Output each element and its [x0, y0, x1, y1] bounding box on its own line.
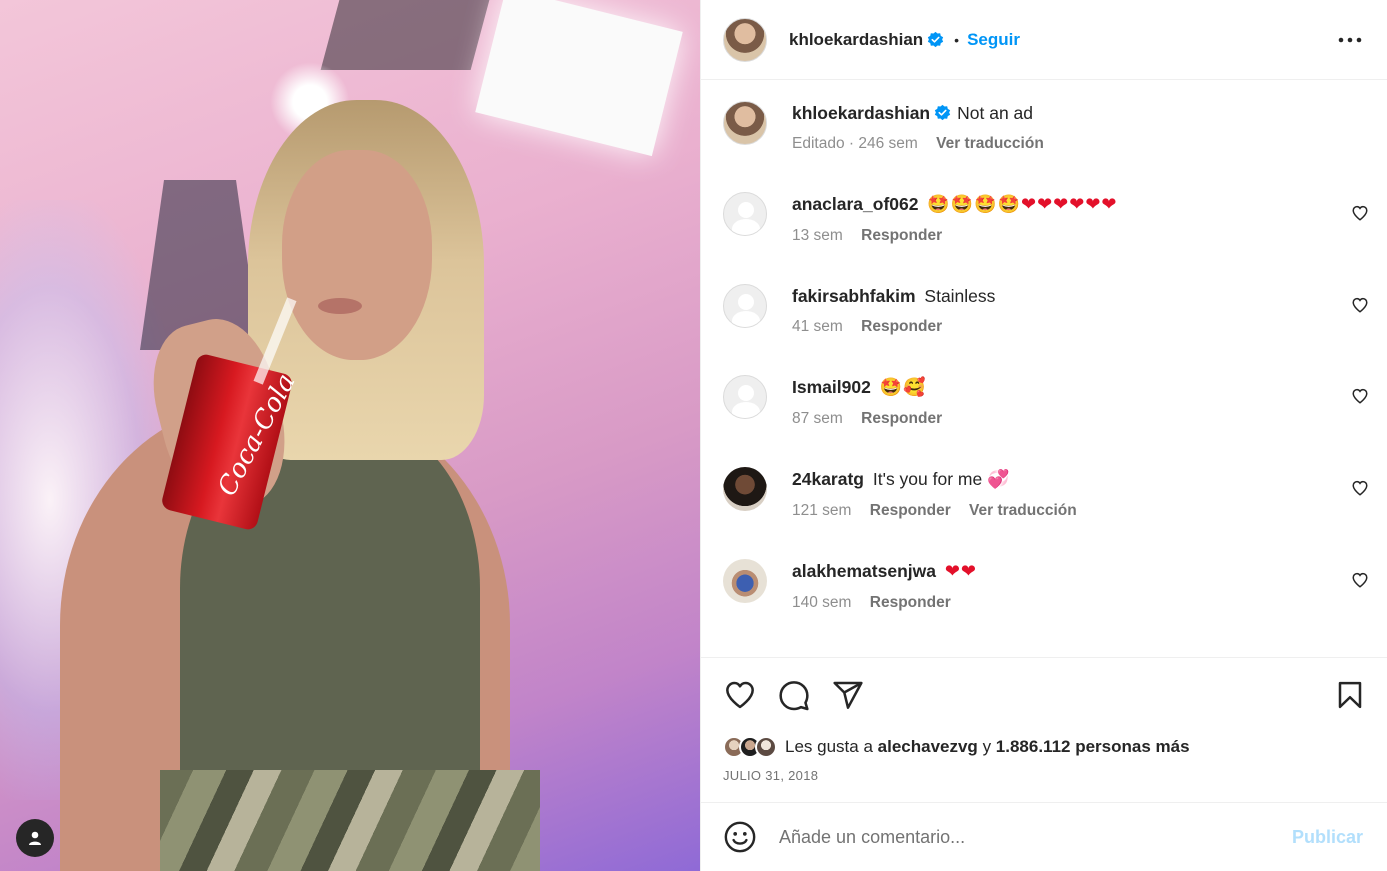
user-icon	[29, 831, 41, 845]
likes-user-link[interactable]: alechavezvg	[878, 737, 978, 756]
post-header: khloekardashian • Seguir	[701, 0, 1387, 80]
commenter-avatar[interactable]	[723, 559, 767, 603]
like-button[interactable]	[723, 678, 757, 712]
comment-username[interactable]: fakirsabhfakim	[792, 286, 916, 306]
like-comment-heart-icon[interactable]	[1351, 387, 1369, 405]
likes-prefix: Les gusta a	[785, 737, 873, 756]
reply-button[interactable]: Responder	[870, 502, 951, 519]
photo-face	[282, 150, 432, 360]
commenter-avatar[interactable]	[723, 284, 767, 328]
comment-hearts: ❤❤	[944, 561, 978, 582]
caption-username[interactable]: khloekardashian	[792, 103, 930, 123]
action-bar	[723, 678, 1367, 712]
tagged-users-button[interactable]	[16, 819, 54, 857]
more-options-button[interactable]	[1335, 28, 1365, 52]
comment-text: It's you for me	[872, 469, 983, 489]
reply-button[interactable]: Responder	[870, 594, 951, 611]
comment-bubble-icon	[779, 681, 809, 711]
separator-dot: •	[954, 31, 960, 48]
commenter-avatar[interactable]	[723, 375, 767, 419]
verified-badge-icon	[934, 104, 951, 121]
author-avatar[interactable]	[723, 17, 767, 62]
comments-list[interactable]: khloekardashian Not an ad Editado · 246 …	[701, 81, 1387, 657]
comment-emoji: 🤩🥰	[879, 377, 927, 398]
comment-item: fakirsabhfakim Stainless 41 sem Responde…	[723, 284, 1369, 336]
comment-username[interactable]: anaclara_of062	[792, 194, 918, 214]
comment-username[interactable]: 24karatg	[792, 469, 864, 489]
caption-text: Not an ad	[957, 103, 1034, 123]
caption-author-avatar[interactable]	[723, 101, 767, 145]
comment-translate-link[interactable]: Ver traducción	[969, 502, 1077, 519]
post-photo[interactable]: Coca-Cola	[0, 0, 700, 871]
like-comment-heart-icon[interactable]	[1351, 571, 1369, 589]
share-button[interactable]	[831, 678, 865, 712]
comment-time: 140 sem	[792, 594, 852, 611]
likes-count-link[interactable]: 1.886.112 personas más	[996, 737, 1190, 756]
post-date[interactable]: JULIO 31, 2018	[723, 768, 818, 783]
comment-item: 24karatg It's you for me 💞 121 sem Respo…	[723, 467, 1369, 520]
comment-emoji: 🤩🤩🤩🤩	[927, 194, 1022, 215]
like-comment-heart-icon[interactable]	[1351, 296, 1369, 314]
send-paper-plane-icon	[833, 681, 863, 709]
emoji-picker-icon[interactable]	[723, 820, 757, 854]
save-button[interactable]	[1333, 678, 1367, 712]
comment-time: 121 sem	[792, 502, 852, 519]
like-comment-heart-icon[interactable]	[1351, 204, 1369, 222]
instagram-post-modal: Coca-Cola khloekardashian • Seguir khloe…	[0, 0, 1387, 871]
comment-username[interactable]: Ismail902	[792, 377, 871, 397]
comment-text: Stainless	[924, 286, 996, 306]
comment-item: anaclara_of062 🤩🤩🤩🤩❤❤❤❤❤❤ 13 sem Respond…	[723, 192, 1369, 245]
comment-composer: Publicar	[701, 802, 1387, 871]
comment-time: 13 sem	[792, 227, 843, 244]
bookmark-icon	[1338, 681, 1362, 709]
reply-button[interactable]: Responder	[861, 227, 942, 244]
comment-item: alakhematsenjwa ❤❤ 140 sem Responder	[723, 559, 1369, 612]
reply-button[interactable]: Responder	[861, 410, 942, 427]
commenter-avatar[interactable]	[723, 192, 767, 236]
more-horizontal-icon	[1338, 37, 1362, 42]
commenter-avatar[interactable]	[723, 467, 767, 511]
like-comment-heart-icon[interactable]	[1351, 479, 1369, 497]
caption: khloekardashian Not an ad Editado · 246 …	[723, 101, 1369, 153]
comment-time: 41 sem	[792, 318, 843, 335]
follow-button[interactable]: Seguir	[967, 30, 1020, 50]
comment-input[interactable]	[779, 826, 1292, 848]
studio-light-panel	[475, 0, 683, 157]
comment-item: Ismail902 🤩🥰 87 sem Responder	[723, 375, 1369, 428]
post-side-panel: khloekardashian • Seguir khloekardashian…	[700, 0, 1387, 871]
caption-translate-link[interactable]: Ver traducción	[936, 135, 1044, 152]
reply-button[interactable]: Responder	[861, 318, 942, 335]
heart-icon	[726, 681, 754, 709]
likes-summary: Les gusta a alechavezvg y 1.886.112 pers…	[723, 736, 1367, 758]
verified-badge-icon	[928, 31, 944, 48]
comment-hearts: ❤❤❤❤❤❤	[1021, 194, 1118, 215]
comment-hearts: 💞	[987, 469, 1011, 490]
comment-time: 87 sem	[792, 410, 843, 427]
liker-avatar	[755, 736, 777, 758]
comment-button[interactable]	[777, 678, 811, 712]
comment-username[interactable]: alakhematsenjwa	[792, 561, 936, 581]
author-username[interactable]: khloekardashian	[789, 30, 923, 50]
post-actions-section: Les gusta a alechavezvg y 1.886.112 pers…	[701, 657, 1387, 802]
caption-edited-time: Editado · 246 sem	[792, 135, 918, 152]
photo-camo-pants	[160, 770, 540, 871]
publish-button[interactable]: Publicar	[1292, 827, 1363, 848]
likes-middle: y	[982, 737, 992, 756]
